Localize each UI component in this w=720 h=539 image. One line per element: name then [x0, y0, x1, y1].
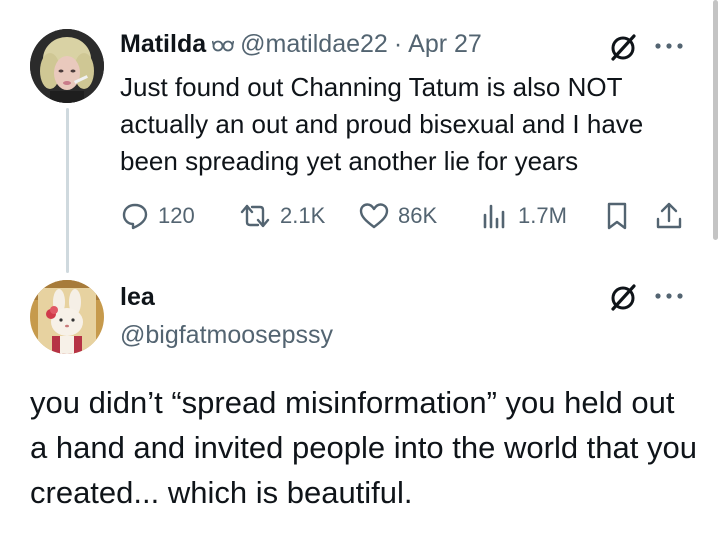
reply-author-handle[interactable]: @bigfatmoosepssy — [120, 321, 333, 350]
bookmark-button[interactable] — [604, 201, 630, 231]
grok-icon[interactable] — [608, 32, 638, 62]
repost-icon — [240, 204, 270, 228]
reply-avatar-image — [30, 280, 104, 354]
reply-icon — [122, 203, 148, 230]
views-count: 1.7M — [518, 203, 567, 228]
views-button[interactable]: 1.7M — [480, 201, 567, 231]
glasses-icon — [211, 38, 235, 52]
share-button[interactable] — [654, 201, 684, 231]
avatar-image — [30, 29, 104, 103]
reply-button[interactable]: 120 — [120, 201, 195, 231]
scrollbar[interactable] — [713, 0, 718, 240]
like-count: 86K — [398, 203, 438, 228]
reply-count: 120 — [158, 203, 195, 228]
reply-more-icon[interactable] — [653, 286, 685, 306]
thread-line — [66, 108, 69, 273]
tweet-text: Just found out Channing Tatum is also NO… — [120, 72, 644, 176]
like-icon — [359, 203, 389, 229]
tweet-date[interactable]: Apr 27 — [408, 30, 482, 59]
reply-text: you didn’t “spread misinformation” you h… — [30, 385, 697, 510]
reply-avatar[interactable] — [30, 280, 104, 354]
author-name[interactable]: Matilda — [120, 30, 206, 59]
like-button[interactable]: 86K — [358, 201, 437, 231]
reply-author-name[interactable]: lea — [120, 283, 155, 312]
separator: · — [393, 30, 403, 58]
reply-grok-icon[interactable] — [608, 282, 638, 312]
share-icon — [656, 202, 682, 229]
repost-count: 2.1K — [280, 203, 326, 228]
more-icon[interactable] — [653, 36, 685, 56]
repost-button[interactable]: 2.1K — [238, 201, 325, 231]
views-icon — [483, 204, 505, 229]
avatar[interactable] — [30, 29, 104, 103]
bookmark-icon — [607, 202, 627, 230]
author-handle[interactable]: @matildae22 — [240, 30, 388, 59]
